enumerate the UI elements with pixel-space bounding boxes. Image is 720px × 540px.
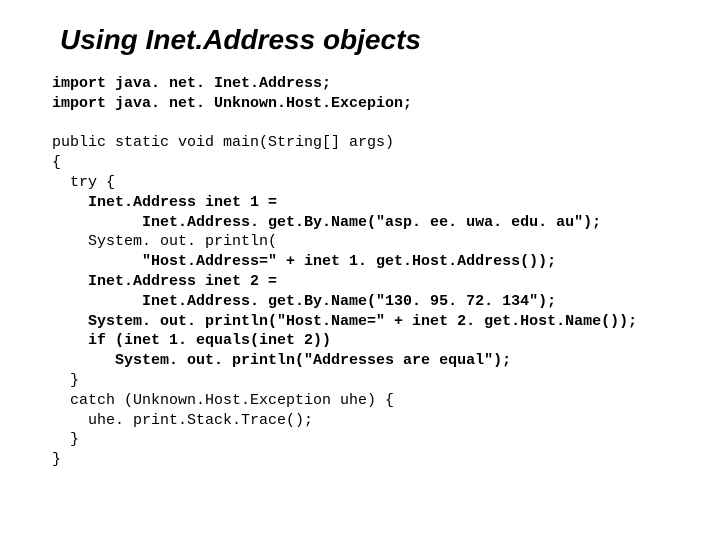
code-line: Inet.Address. get.By.Name("130. 95. 72. …	[52, 293, 556, 310]
code-line: try {	[52, 174, 115, 191]
code-line: }	[52, 372, 79, 389]
code-line: if (inet 1. equals(inet 2))	[52, 332, 331, 349]
code-block: import java. net. Inet.Address; import j…	[52, 74, 680, 470]
code-line: Inet.Address. get.By.Name("asp. ee. uwa.…	[52, 214, 601, 231]
code-line: uhe. print.Stack.Trace();	[52, 412, 313, 429]
code-line: public static void main(String[] args)	[52, 134, 394, 151]
slide-title: Using Inet.Address objects	[60, 24, 680, 56]
code-line: {	[52, 154, 61, 171]
code-line: System. out. println("Host.Name=" + inet…	[52, 313, 637, 330]
code-line: Inet.Address inet 2 =	[52, 273, 277, 290]
code-line: }	[52, 451, 61, 468]
code-line: System. out. println(	[52, 233, 277, 250]
slide: Using Inet.Address objects import java. …	[0, 0, 720, 540]
code-line: Inet.Address inet 1 =	[52, 194, 277, 211]
code-line: import java. net. Inet.Address;	[52, 75, 331, 92]
code-line: catch (Unknown.Host.Exception uhe) {	[52, 392, 394, 409]
code-line: System. out. println("Addresses are equa…	[52, 352, 511, 369]
code-line: }	[52, 431, 79, 448]
code-line: import java. net. Unknown.Host.Excepion;	[52, 95, 412, 112]
code-line: "Host.Address=" + inet 1. get.Host.Addre…	[52, 253, 556, 270]
